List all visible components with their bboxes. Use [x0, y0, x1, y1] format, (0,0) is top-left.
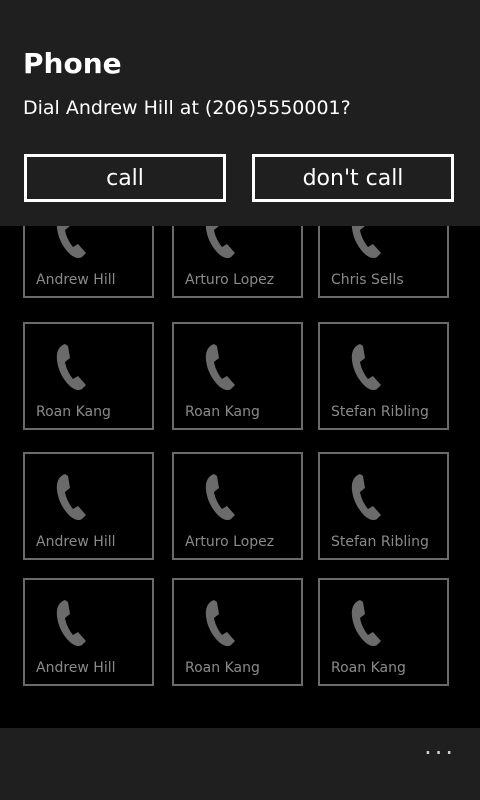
contact-name: Roan Kang — [36, 404, 111, 420]
contact-tile[interactable]: Roan Kang — [172, 322, 303, 430]
phone-icon — [56, 474, 86, 521]
contact-tile[interactable]: Roan Kang — [172, 578, 303, 686]
contact-tile[interactable]: Andrew Hill — [23, 452, 154, 560]
call-button[interactable]: call — [24, 154, 226, 202]
contact-name: Andrew Hill — [36, 534, 116, 550]
contact-name: Arturo Lopez — [185, 534, 275, 550]
dialog-message: Dial Andrew Hill at (206)5550001? — [23, 97, 351, 119]
phone-icon — [205, 344, 235, 391]
contact-tile[interactable]: Stefan Ribling — [318, 322, 449, 430]
contact-name: Stefan Ribling — [331, 534, 429, 550]
phone-icon — [351, 600, 381, 647]
phone-call-dialog: Phone Dial Andrew Hill at (206)5550001? … — [0, 0, 480, 226]
more-options-icon[interactable]: ... — [424, 734, 456, 758]
phone-icon — [351, 474, 381, 521]
contact-name: Arturo Lopez — [185, 272, 275, 288]
contact-name: Stefan Ribling — [331, 404, 429, 420]
contact-name: Roan Kang — [331, 660, 406, 676]
contact-name: Roan Kang — [185, 404, 260, 420]
contact-name: Chris Sells — [331, 272, 404, 288]
app-bar: ... — [0, 728, 480, 800]
phone-icon — [205, 474, 235, 521]
contact-name: Andrew Hill — [36, 660, 116, 676]
phone-icon — [56, 600, 86, 647]
phone-icon — [351, 344, 381, 391]
contact-tile[interactable]: Roan Kang — [23, 322, 154, 430]
contact-name: Andrew Hill — [36, 272, 116, 288]
contact-tile[interactable]: Roan Kang — [318, 578, 449, 686]
contact-name: Roan Kang — [185, 660, 260, 676]
contact-tile[interactable]: Arturo Lopez — [172, 452, 303, 560]
phone-icon — [205, 600, 235, 647]
contact-tile[interactable]: Stefan Ribling — [318, 452, 449, 560]
phone-icon — [56, 344, 86, 391]
dialog-title: Phone — [23, 47, 122, 80]
contact-tile[interactable]: Andrew Hill — [23, 578, 154, 686]
dont-call-button[interactable]: don't call — [252, 154, 454, 202]
